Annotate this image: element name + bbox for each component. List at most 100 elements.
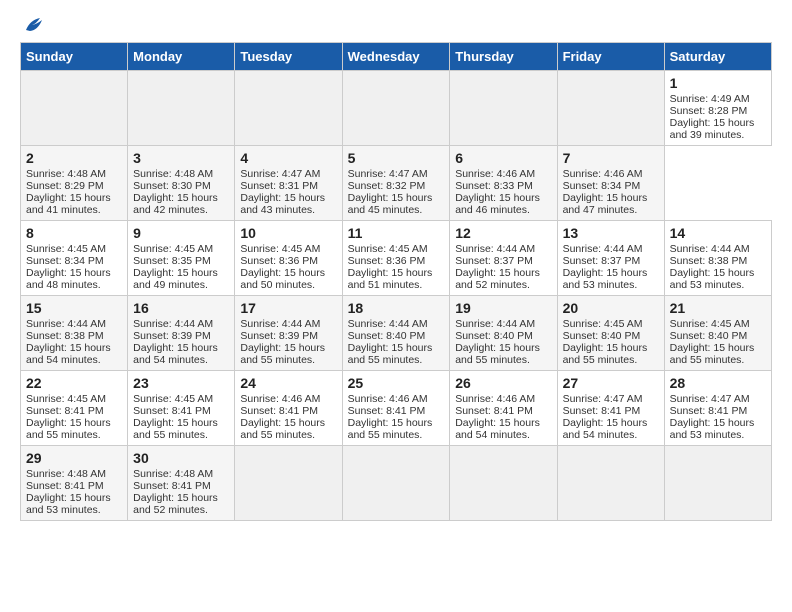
calendar-week-6: 29 Sunrise: 4:48 AMSunset: 8:41 PM Dayligh… (21, 446, 772, 521)
calendar-cell: 3Sunrise: 4:48 AMSunset: 8:30 PMDaylight… (128, 146, 235, 221)
day-number: 5 (348, 150, 445, 166)
calendar-cell: 27Sunrise: 4:47 AMSunset: 8:41 PMDayligh… (557, 371, 664, 446)
daylight-text: Daylight: 15 hours and 45 minutes. (348, 192, 445, 216)
sunset-text: Sunset: 8:39 PM (133, 330, 229, 342)
day-number: 18 (348, 300, 445, 316)
sunset-text: Sunset: 8:40 PM (348, 330, 445, 342)
calendar-cell (450, 446, 557, 521)
calendar-cell: 29Sunrise: 4:48 AMSunset: 8:41 PMDayligh… (21, 446, 128, 521)
daylight-text: Daylight: 15 hours and 55 minutes. (670, 342, 766, 366)
calendar-cell: 20Sunrise: 4:45 AMSunset: 8:40 PMDayligh… (557, 296, 664, 371)
day-number: 25 (348, 375, 445, 391)
day-number: 8 (26, 225, 122, 241)
day-number: 30 (133, 450, 229, 466)
sunset-text: Sunset: 8:41 PM (26, 480, 122, 492)
calendar-cell: 9Sunrise: 4:45 AMSunset: 8:35 PMDaylight… (128, 221, 235, 296)
sunset-text: Sunset: 8:38 PM (670, 255, 766, 267)
day-number: 16 (133, 300, 229, 316)
calendar-cell (342, 71, 450, 146)
daylight-text: Daylight: 15 hours and 46 minutes. (455, 192, 551, 216)
calendar-cell: 4Sunrise: 4:47 AMSunset: 8:31 PMDaylight… (235, 146, 342, 221)
calendar-header-row: SundayMondayTuesdayWednesdayThursdayFrid… (21, 43, 772, 71)
sunrise-text: Sunrise: 4:47 AM (670, 393, 766, 405)
sunset-text: Sunset: 8:30 PM (133, 180, 229, 192)
day-number: 15 (26, 300, 122, 316)
daylight-text: Daylight: 15 hours and 42 minutes. (133, 192, 229, 216)
day-number: 11 (348, 225, 445, 241)
sunset-text: Sunset: 8:41 PM (563, 405, 659, 417)
calendar-cell: 5Sunrise: 4:47 AMSunset: 8:32 PMDaylight… (342, 146, 450, 221)
day-number: 20 (563, 300, 659, 316)
sunset-text: Sunset: 8:33 PM (455, 180, 551, 192)
daylight-text: Daylight: 15 hours and 55 minutes. (133, 417, 229, 441)
sunset-text: Sunset: 8:40 PM (670, 330, 766, 342)
calendar-cell: 8Sunrise: 4:45 AMSunset: 8:34 PMDaylight… (21, 221, 128, 296)
sunrise-text: Sunrise: 4:46 AM (455, 168, 551, 180)
day-number: 9 (133, 225, 229, 241)
day-number: 26 (455, 375, 551, 391)
day-number: 21 (670, 300, 766, 316)
sunrise-text: Sunrise: 4:48 AM (133, 168, 229, 180)
sunrise-text: Sunrise: 4:44 AM (455, 318, 551, 330)
sunrise-text: Sunrise: 4:44 AM (133, 318, 229, 330)
sunrise-text: Sunrise: 4:44 AM (240, 318, 336, 330)
sunrise-text: Sunrise: 4:49 AM (670, 93, 766, 105)
calendar-week-1: 1 Sunrise: 4:49 AMSunset: 8:28 PMDaylight… (21, 71, 772, 146)
header-thursday: Thursday (450, 43, 557, 71)
day-number: 14 (670, 225, 766, 241)
calendar-cell: 26Sunrise: 4:46 AMSunset: 8:41 PMDayligh… (450, 371, 557, 446)
sunset-text: Sunset: 8:40 PM (563, 330, 659, 342)
sunset-text: Sunset: 8:39 PM (240, 330, 336, 342)
daylight-text: Daylight: 15 hours and 53 minutes. (563, 267, 659, 291)
calendar-cell (557, 446, 664, 521)
sunset-text: Sunset: 8:28 PM (670, 105, 766, 117)
daylight-text: Daylight: 15 hours and 52 minutes. (133, 492, 229, 516)
logo-bird-icon (22, 16, 44, 34)
day-number: 12 (455, 225, 551, 241)
calendar-cell: 14Sunrise: 4:44 AMSunset: 8:38 PMDayligh… (664, 221, 771, 296)
sunrise-text: Sunrise: 4:48 AM (26, 468, 122, 480)
sunset-text: Sunset: 8:35 PM (133, 255, 229, 267)
sunset-text: Sunset: 8:29 PM (26, 180, 122, 192)
sunset-text: Sunset: 8:40 PM (455, 330, 551, 342)
calendar-cell (450, 71, 557, 146)
day-number: 29 (26, 450, 122, 466)
calendar-cell (21, 71, 128, 146)
daylight-text: Daylight: 15 hours and 48 minutes. (26, 267, 122, 291)
calendar-table: SundayMondayTuesdayWednesdayThursdayFrid… (20, 42, 772, 521)
calendar-week-2: 2Sunrise: 4:48 AMSunset: 8:29 PMDaylight… (21, 146, 772, 221)
calendar-cell: 10Sunrise: 4:45 AMSunset: 8:36 PMDayligh… (235, 221, 342, 296)
daylight-text: Daylight: 15 hours and 55 minutes. (26, 417, 122, 441)
day-number: 1 (670, 75, 766, 91)
calendar-cell: 25Sunrise: 4:46 AMSunset: 8:41 PMDayligh… (342, 371, 450, 446)
calendar-cell (557, 71, 664, 146)
sunrise-text: Sunrise: 4:48 AM (26, 168, 122, 180)
sunrise-text: Sunrise: 4:44 AM (26, 318, 122, 330)
daylight-text: Daylight: 15 hours and 54 minutes. (455, 417, 551, 441)
sunset-text: Sunset: 8:32 PM (348, 180, 445, 192)
sunset-text: Sunset: 8:37 PM (455, 255, 551, 267)
logo (20, 20, 44, 30)
calendar-week-4: 15Sunrise: 4:44 AMSunset: 8:38 PMDayligh… (21, 296, 772, 371)
calendar-cell: 7Sunrise: 4:46 AMSunset: 8:34 PMDaylight… (557, 146, 664, 221)
daylight-text: Daylight: 15 hours and 50 minutes. (240, 267, 336, 291)
daylight-text: Daylight: 15 hours and 41 minutes. (26, 192, 122, 216)
sunset-text: Sunset: 8:41 PM (348, 405, 445, 417)
calendar-cell (342, 446, 450, 521)
sunset-text: Sunset: 8:41 PM (240, 405, 336, 417)
calendar-cell (664, 446, 771, 521)
calendar-cell: 21 Sunrise: 4:45 AMSunset: 8:40 PMDayligh… (664, 296, 771, 371)
day-number: 6 (455, 150, 551, 166)
sunset-text: Sunset: 8:34 PM (563, 180, 659, 192)
daylight-text: Daylight: 15 hours and 55 minutes. (348, 342, 445, 366)
sunrise-text: Sunrise: 4:46 AM (563, 168, 659, 180)
daylight-text: Daylight: 15 hours and 52 minutes. (455, 267, 551, 291)
daylight-text: Daylight: 15 hours and 43 minutes. (240, 192, 336, 216)
daylight-text: Daylight: 15 hours and 39 minutes. (670, 117, 766, 141)
day-number: 28 (670, 375, 766, 391)
daylight-text: Daylight: 15 hours and 55 minutes. (240, 342, 336, 366)
header-tuesday: Tuesday (235, 43, 342, 71)
daylight-text: Daylight: 15 hours and 55 minutes. (455, 342, 551, 366)
sunrise-text: Sunrise: 4:46 AM (348, 393, 445, 405)
sunrise-text: Sunrise: 4:45 AM (670, 318, 766, 330)
